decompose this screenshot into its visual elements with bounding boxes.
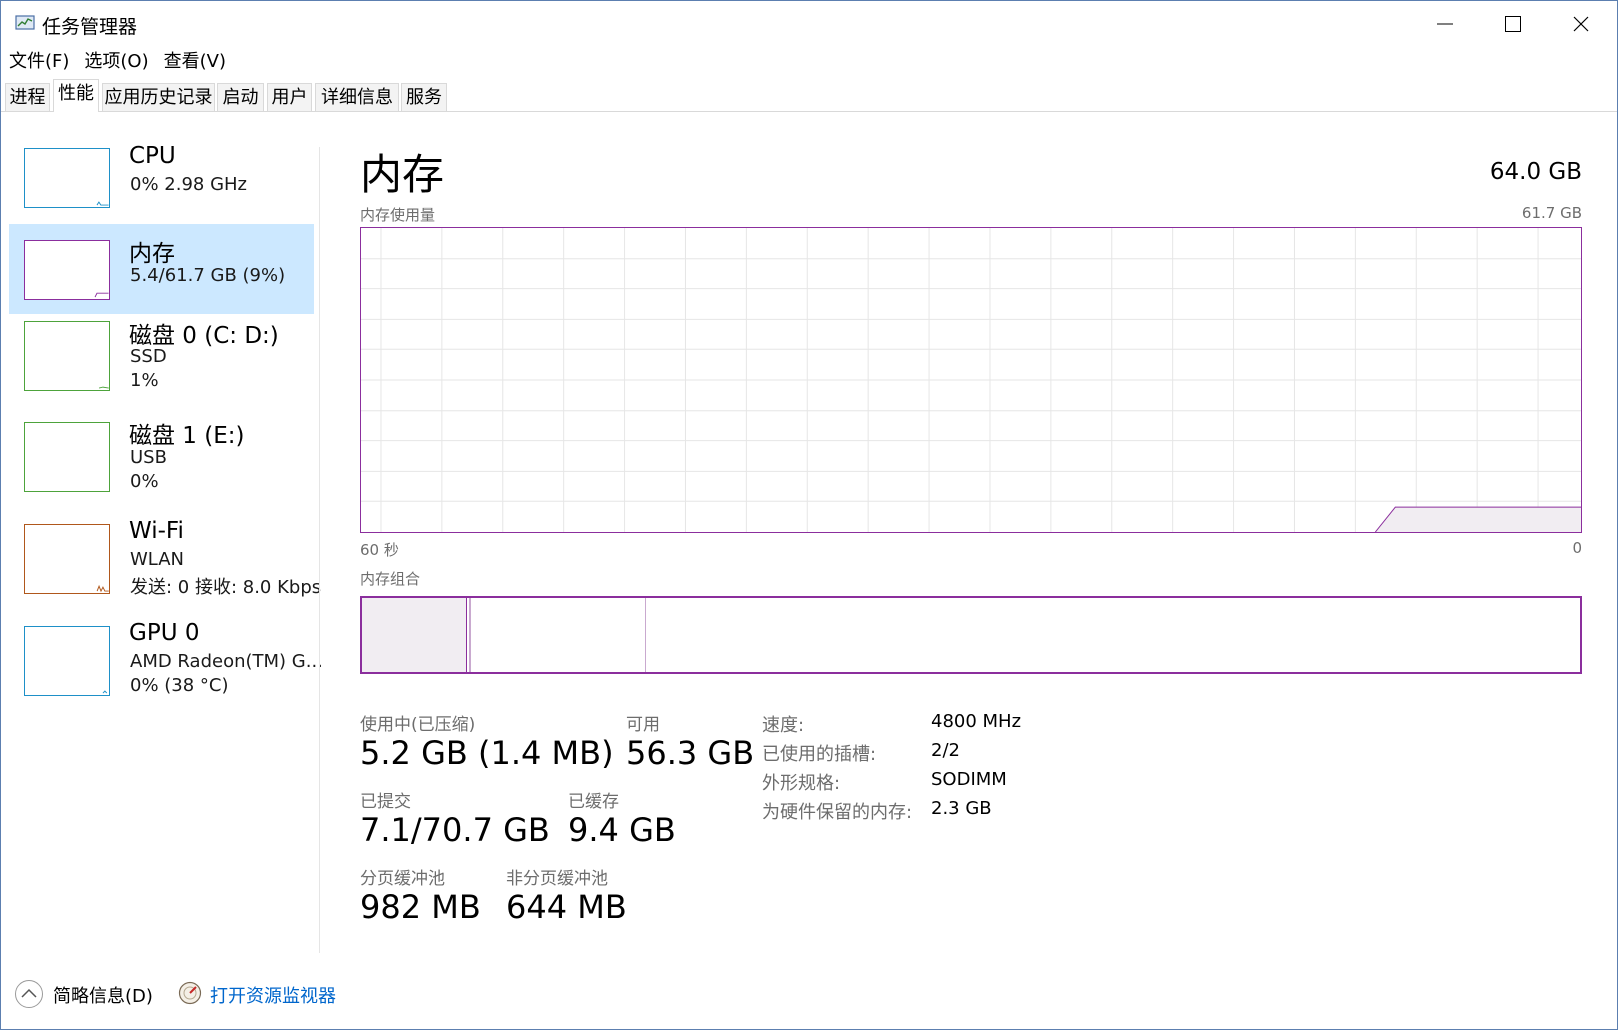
sidebar-item-title: CPU	[129, 143, 176, 169]
sidebar-item-title: GPU 0	[129, 620, 200, 646]
close-button[interactable]	[1547, 1, 1615, 47]
tab-performance[interactable]: 性能	[53, 79, 99, 112]
available-label: 可用	[626, 715, 660, 735]
committed-value: 7.1/70.7 GB	[360, 811, 550, 849]
minimize-button[interactable]	[1411, 1, 1479, 47]
composition-standby-divider[interactable]	[645, 598, 646, 672]
time-axis-start: 60 秒	[360, 541, 399, 559]
composition-in-use[interactable]	[362, 598, 467, 672]
composition-label: 内存组合	[360, 570, 421, 588]
sidebar-item-disk-1[interactable]: 磁盘 1 (E:) USB 0%	[9, 418, 314, 508]
in-use-label: 使用中(已压缩)	[360, 715, 476, 735]
memory-composition-bar	[360, 596, 1582, 674]
menu-bar: 文件(F) 选项(O) 查看(V)	[1, 47, 233, 77]
sidebar-item-detail: 1%	[130, 370, 159, 391]
non-paged-pool-label: 非分页缓冲池	[506, 869, 608, 889]
cached-value: 9.4 GB	[568, 811, 676, 849]
sidebar-item-subtitle: SSD	[130, 346, 167, 367]
sidebar-item-title: Wi-Fi	[129, 518, 184, 544]
window-title: 任务管理器	[42, 16, 138, 38]
sidebar-item-detail: 0%	[130, 471, 159, 492]
resource-monitor-icon	[178, 981, 202, 1005]
form-factor-value: SODIMM	[931, 769, 1007, 790]
speed-value: 4800 MHz	[931, 711, 1022, 732]
sidebar-item-subtitle: 5.4/61.7 GB (9%)	[130, 265, 286, 286]
speed-label: 速度:	[762, 715, 805, 736]
sidebar-item-title: 磁盘 1 (E:)	[129, 423, 245, 449]
sidebar-item-detail: 发送: 0 接收: 8.0 Kbps	[130, 577, 322, 598]
sidebar-item-subtitle: AMD Radeon(TM) G...	[130, 651, 323, 672]
tab-details[interactable]: 详细信息	[315, 83, 399, 111]
sidebar-item-detail: 0% (38 °C)	[130, 675, 229, 696]
sidebar-item-disk-0[interactable]: 磁盘 0 (C: D:) SSD 1%	[9, 316, 314, 406]
sidebar-item-subtitle: USB	[130, 447, 167, 468]
sidebar-item-cpu[interactable]: CPU 0% 2.98 GHz	[9, 141, 314, 231]
tab-startup[interactable]: 启动	[217, 83, 264, 111]
sidebar-item-subtitle: 0% 2.98 GHz	[130, 174, 248, 195]
available-value: 56.3 GB	[626, 734, 755, 772]
sidebar-item-memory[interactable]: 内存 5.4/61.7 GB (9%)	[9, 224, 314, 314]
gpu-0-thumbnail-graph	[24, 626, 110, 696]
fewer-details-button[interactable]: 简略信息(D)	[53, 982, 153, 1008]
chevron-up-circle-icon[interactable]	[14, 979, 44, 1009]
disk-0-thumbnail-graph	[24, 321, 110, 391]
menu-options[interactable]: 选项(O)	[77, 47, 155, 77]
paged-pool-value: 982 MB	[360, 888, 481, 926]
memory-usage-graph	[360, 227, 1582, 533]
usage-graph-max: 61.7 GB	[1521, 204, 1582, 222]
time-axis-end: 0	[1572, 539, 1582, 557]
minimize-icon	[1437, 23, 1453, 25]
title-bar[interactable]: 任务管理器	[1, 1, 1617, 47]
maximize-icon	[1505, 16, 1521, 32]
menu-file[interactable]: 文件(F)	[2, 47, 76, 77]
hardware-reserved-label: 为硬件保留的内存:	[762, 802, 913, 823]
tab-bar: 进程 性能 应用历史记录 启动 用户 详细信息 服务	[1, 79, 1617, 112]
task-manager-window: 任务管理器 文件(F) 选项(O) 查看(V) 进程 性能 应用历史记录 启动 …	[0, 0, 1618, 1030]
in-use-value: 5.2 GB (1.4 MB)	[360, 734, 614, 772]
wifi-thumbnail-graph	[24, 524, 110, 594]
tab-users[interactable]: 用户	[267, 83, 312, 111]
hardware-reserved-value: 2.3 GB	[931, 798, 992, 819]
footer-bar: 简略信息(D) 打开资源监视器	[1, 976, 1617, 1020]
task-manager-app-icon	[15, 15, 35, 30]
composition-modified[interactable]	[469, 598, 471, 672]
slots-used-value: 2/2	[931, 740, 960, 761]
page-title: 内存	[360, 150, 445, 199]
paged-pool-label: 分页缓冲池	[360, 869, 445, 889]
cached-label: 已缓存	[568, 792, 619, 812]
memory-total: 64.0 GB	[1489, 159, 1582, 185]
menu-view[interactable]: 查看(V)	[157, 47, 233, 77]
sidebar-item-title: 磁盘 0 (C: D:)	[129, 323, 279, 349]
committed-label: 已提交	[360, 792, 411, 812]
maximize-button[interactable]	[1479, 1, 1547, 47]
sidebar-item-wifi[interactable]: Wi-Fi WLAN 发送: 0 接收: 8.0 Kbps	[9, 518, 322, 610]
sidebar-item-title: 内存	[129, 241, 175, 267]
tab-processes[interactable]: 进程	[5, 83, 50, 111]
memory-thumbnail-graph	[24, 240, 110, 300]
close-icon	[1573, 16, 1589, 32]
usage-graph-label: 内存使用量	[360, 206, 436, 224]
form-factor-label: 外形规格:	[762, 773, 841, 794]
tab-services[interactable]: 服务	[401, 83, 447, 111]
tab-app-history[interactable]: 应用历史记录	[102, 83, 215, 111]
open-resource-monitor-link[interactable]: 打开资源监视器	[210, 982, 336, 1008]
sidebar-divider	[319, 147, 320, 953]
sidebar-item-gpu-0[interactable]: GPU 0 AMD Radeon(TM) G... 0% (38 °C)	[9, 620, 323, 712]
cpu-thumbnail-graph	[24, 148, 110, 208]
non-paged-pool-value: 644 MB	[506, 888, 627, 926]
slots-used-label: 已使用的插槽:	[762, 744, 877, 765]
sidebar-item-subtitle: WLAN	[130, 549, 185, 570]
disk-1-thumbnail-graph	[24, 422, 110, 492]
